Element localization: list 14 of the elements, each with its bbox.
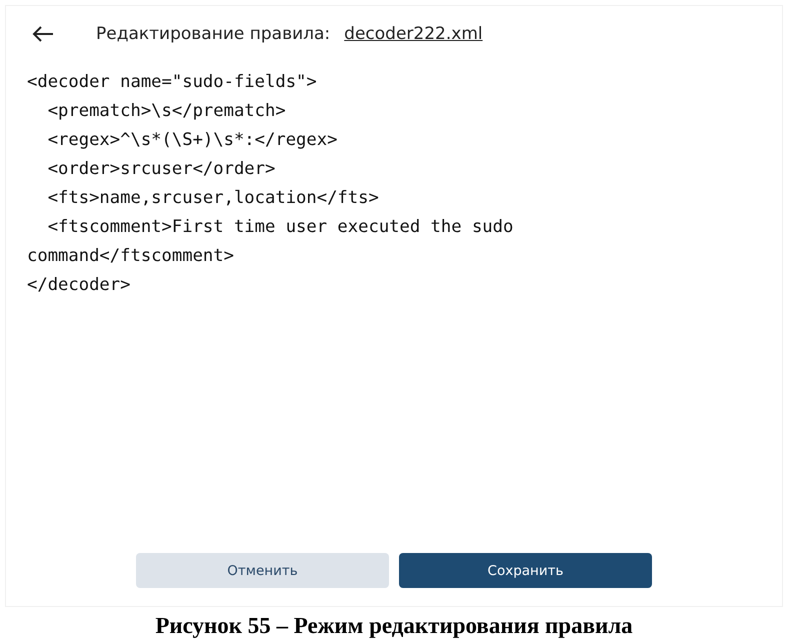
code-line: <prematch>\s</prematch> bbox=[46, 100, 287, 123]
code-line: <fts>name,srcuser,location</fts> bbox=[46, 187, 380, 210]
code-line: <ftscomment>First time user executed the sudo bbox=[46, 216, 514, 239]
code-line: command</ftscomment> bbox=[27, 245, 235, 268]
code-line: <regex>^\s*(\S+)\s*:</regex> bbox=[46, 129, 338, 152]
code-line: <order>srcuser</order> bbox=[46, 158, 276, 181]
back-arrow-icon[interactable] bbox=[32, 26, 54, 42]
cancel-button[interactable]: Отменить bbox=[136, 553, 389, 588]
code-line: <decoder name="sudo-fields"> bbox=[27, 71, 318, 94]
figure-caption: Рисунок 55 – Режим редактирования правила bbox=[154, 613, 634, 639]
page-title: Редактирование правила: bbox=[96, 24, 330, 44]
file-link[interactable]: decoder222.xml bbox=[344, 24, 483, 44]
save-button[interactable]: Сохранить bbox=[399, 553, 652, 588]
code-line: </decoder> bbox=[27, 274, 132, 297]
